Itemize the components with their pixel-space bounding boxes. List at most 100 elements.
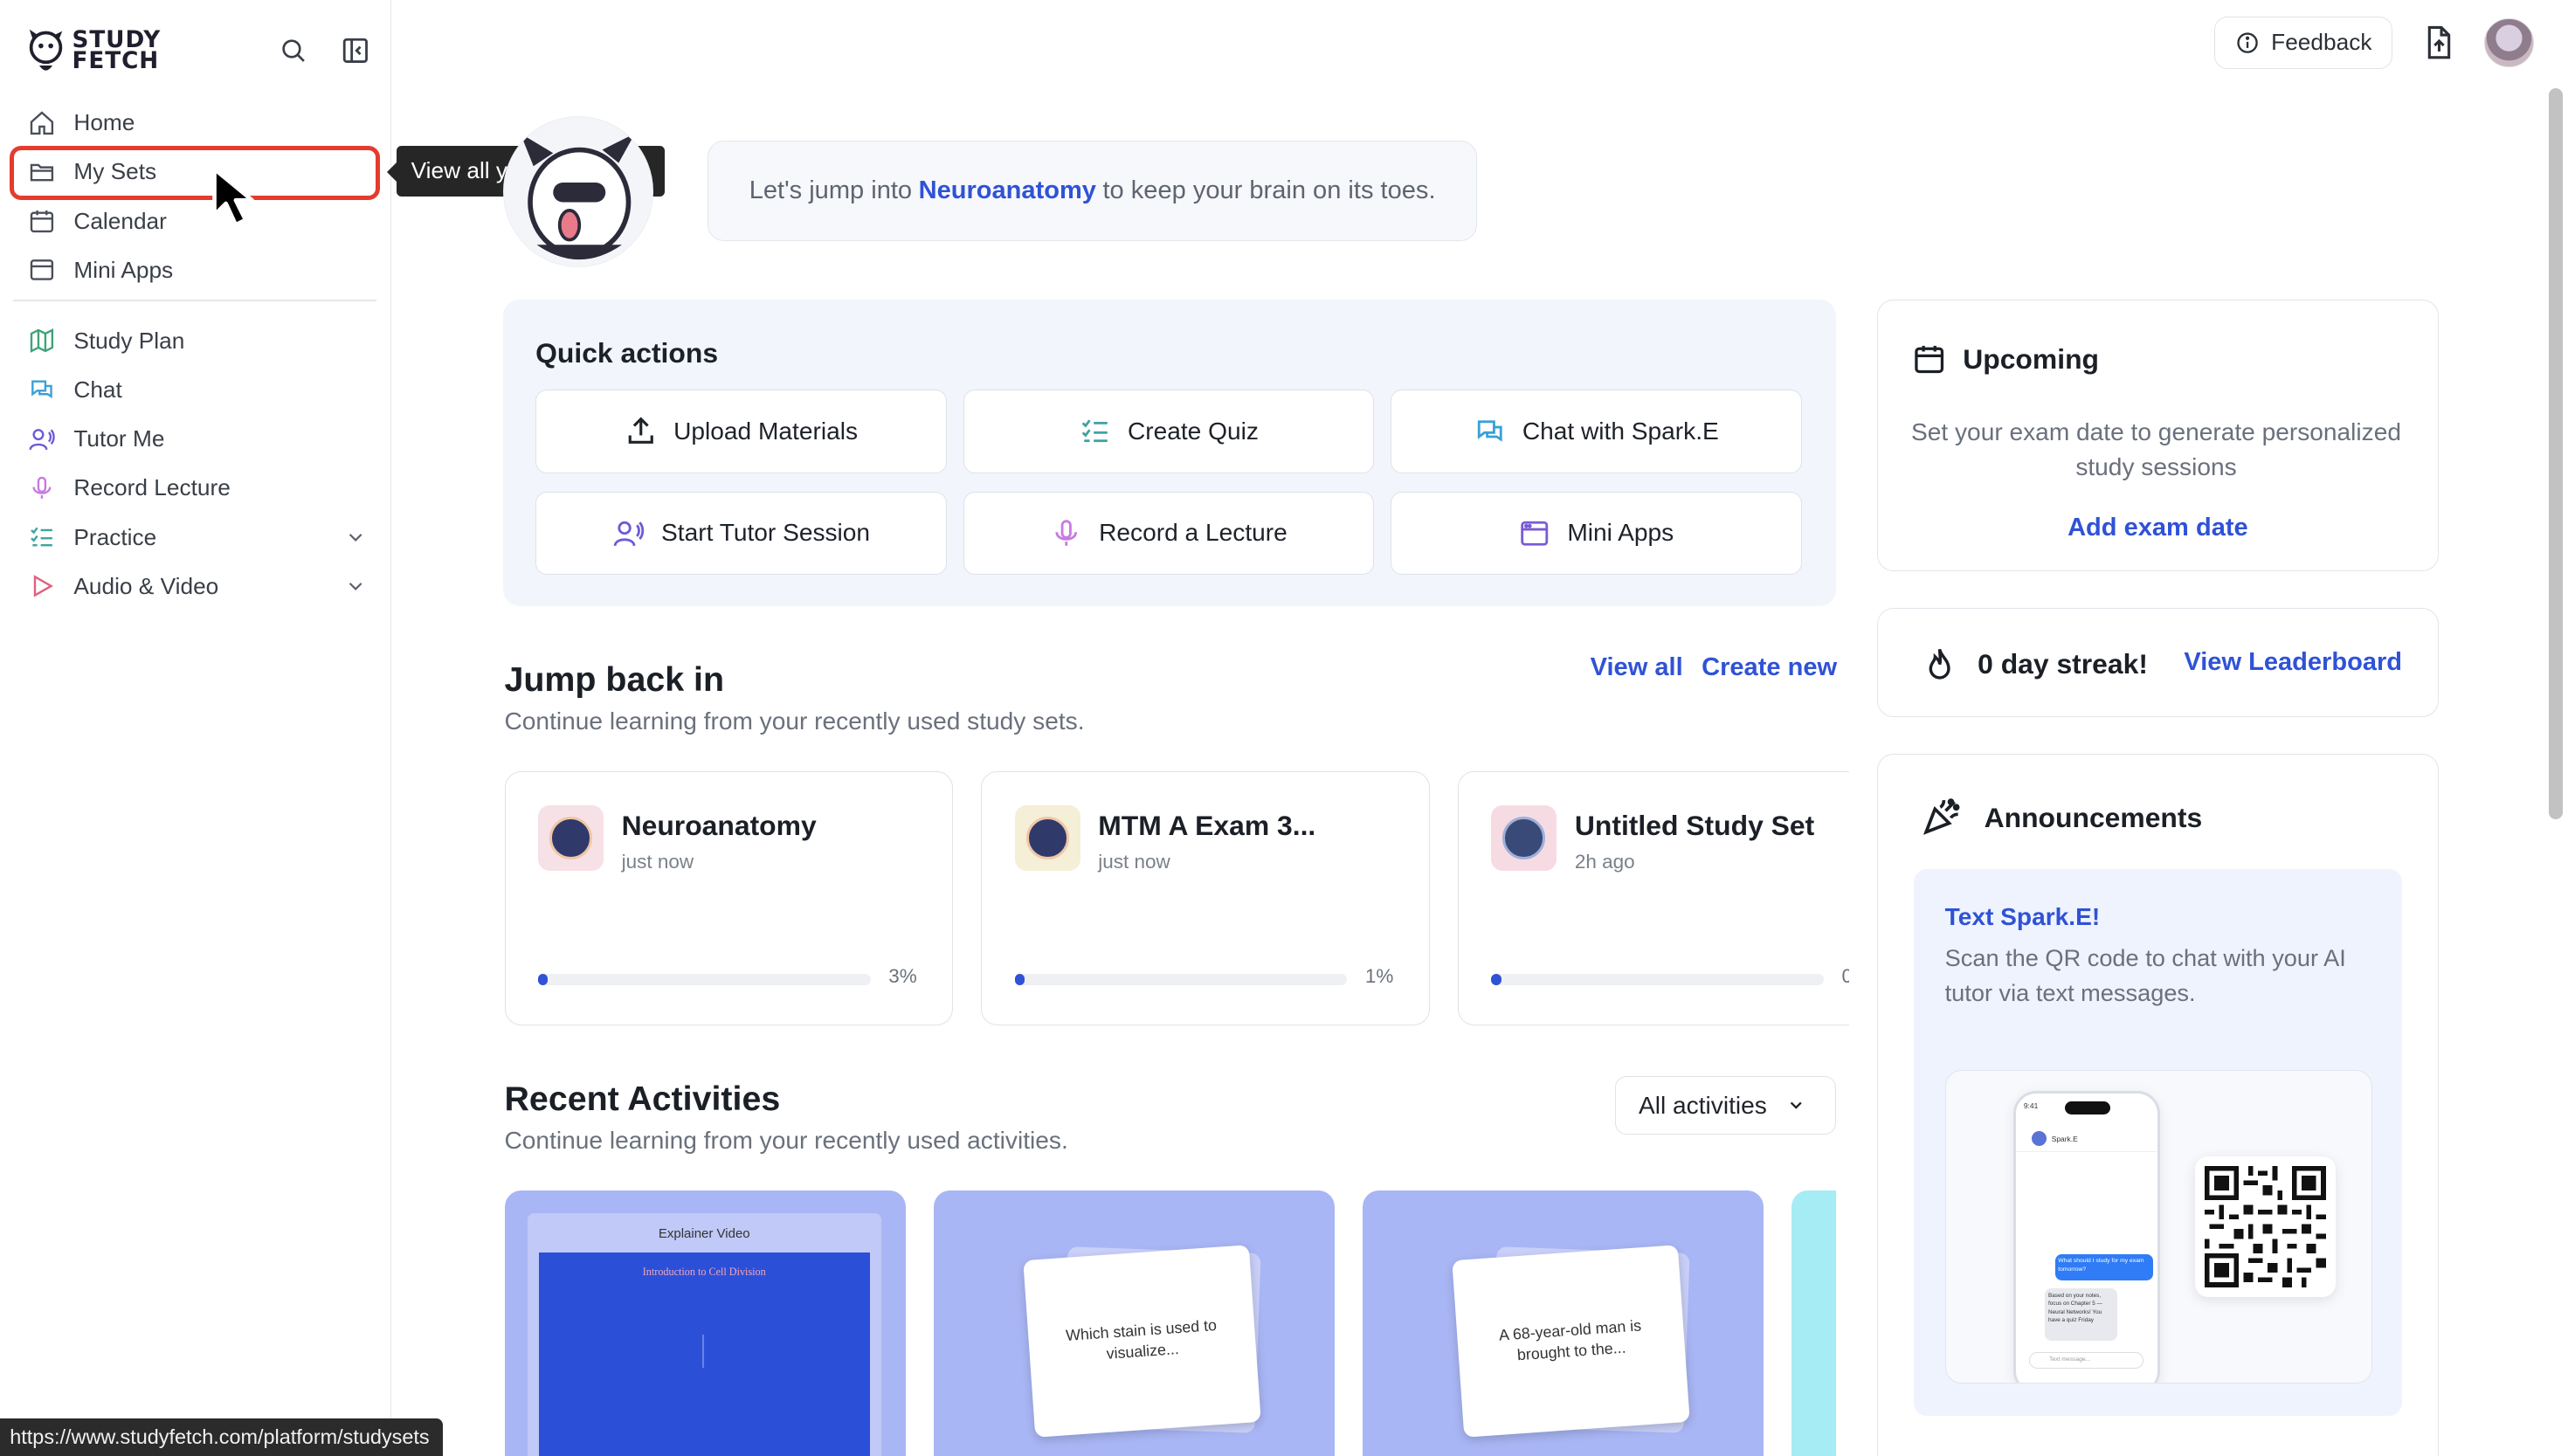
play-icon [33, 575, 53, 597]
greeting-banner: Let's jump into Neuroanatomy to keep you… [708, 141, 1478, 241]
activity-card[interactable] [1791, 1190, 1836, 1456]
sidebar: STUDY FETCH Home My Sets Calendar Mini A… [0, 0, 392, 1456]
activities-carousel[interactable]: Explainer Video Introduction to Cell Div… [492, 1179, 1836, 1456]
sidebar-item-practice[interactable]: Practice [13, 513, 376, 562]
view-leaderboard-link[interactable]: View Leaderboard [2184, 648, 2402, 677]
study-set-thumbnail [538, 804, 604, 871]
streak-label: 0 day streak! [1978, 647, 2148, 680]
announcement-text: Scan the QR code to chat with your AI tu… [1944, 944, 2346, 1006]
recent-activities-subtitle: Continue learning from your recently use… [504, 1127, 1068, 1154]
study-set-card[interactable]: Untitled Study Set 2h ago 0% [1457, 771, 1849, 1025]
video-title: Introduction to Cell Division [642, 1266, 766, 1279]
progress-bar [1491, 973, 1824, 985]
activity-card-video[interactable]: Explainer Video Introduction to Cell Div… [504, 1190, 906, 1456]
checklist-icon [31, 527, 52, 547]
jump-back-title: Jump back in [504, 659, 725, 699]
home-icon [30, 111, 53, 135]
flame-icon [1929, 648, 1951, 680]
progress-fill [1014, 973, 1025, 985]
study-set-thumbnail [1491, 804, 1557, 871]
button-label: Start Tutor Session [661, 519, 871, 547]
search-icon[interactable] [275, 33, 311, 69]
greeting-subject-link[interactable]: Neuroanatomy [919, 176, 1096, 205]
dropdown-value: All activities [1639, 1091, 1767, 1119]
announcement-card[interactable]: Text Spark.E! Scan the QR code to chat w… [1914, 868, 2402, 1416]
start-tutor-session-button[interactable]: Start Tutor Session [535, 491, 947, 576]
sidebar-item-calendar[interactable]: Calendar [13, 197, 376, 245]
chevron-down-icon[interactable] [344, 526, 367, 549]
chevron-down-icon[interactable] [344, 575, 367, 597]
chevron-down-icon [1791, 1101, 1803, 1110]
phone-mockup: 9:41 Spark.E What should I study for my … [2012, 1090, 2161, 1383]
quiz-icon [1081, 419, 1108, 443]
mic-icon [32, 476, 52, 499]
mascot-image [502, 116, 654, 267]
studyfetch-logo[interactable]: STUDY FETCH [26, 23, 164, 79]
activity-card-flashcard[interactable]: Which stain is used to visualize... [933, 1190, 1336, 1456]
study-set-card[interactable]: MTM A Exam 3... just now 1% [981, 771, 1430, 1025]
calendar-icon [1915, 345, 1944, 374]
status-bar-url: https://www.studyfetch.com/platform/stud… [0, 1418, 443, 1456]
qr-code [2194, 1156, 2336, 1298]
add-exam-date-link[interactable]: Add exam date [1878, 514, 2438, 542]
activity-filter-dropdown[interactable]: All activities [1614, 1075, 1836, 1135]
button-label: Upload Materials [673, 417, 859, 445]
sidebar-item-study-plan[interactable]: Study Plan [13, 316, 376, 365]
page-scrollbar[interactable] [2548, 88, 2564, 819]
sidebar-item-audio-video[interactable]: Audio & Video [13, 562, 376, 611]
create-new-link[interactable]: Create new [1702, 653, 1837, 682]
study-set-time: just now [1098, 851, 1170, 873]
quick-actions-title: Quick actions [535, 337, 719, 369]
study-set-card[interactable]: Neuroanatomy just now 3% [504, 771, 954, 1025]
info-icon [2237, 32, 2258, 53]
map-icon [30, 328, 53, 353]
progress-fill [1491, 973, 1501, 985]
recent-activities-title: Recent Activities [504, 1079, 781, 1118]
collapse-sidebar-icon[interactable] [337, 33, 373, 69]
create-quiz-button[interactable]: Create Quiz [963, 390, 1375, 473]
quick-actions-panel: Quick actions Upload Materials Create Qu… [502, 300, 1836, 606]
sidebar-item-tutor-me[interactable]: Tutor Me [13, 414, 376, 463]
sidebar-item-home[interactable]: Home [13, 99, 376, 148]
study-set-time: 2h ago [1574, 851, 1635, 873]
flashcard-text: Which stain is used to visualize... [1022, 1245, 1260, 1438]
feedback-button[interactable]: Feedback [2214, 16, 2393, 69]
user-avatar[interactable] [2484, 17, 2534, 67]
tutor-icon [613, 521, 644, 546]
progress-fill [538, 973, 549, 985]
announcements-panel: Announcements Text Spark.E! Scan the QR … [1876, 753, 2439, 1456]
mic-icon [1055, 519, 1077, 546]
my-sets-highlight [10, 145, 380, 200]
progress-percent: 0% [1842, 965, 1849, 988]
greeting-text: to keep your brain on its toes. [1102, 176, 1436, 204]
record-lecture-button[interactable]: Record a Lecture [963, 491, 1375, 576]
sidebar-item-label: Record Lecture [73, 474, 231, 501]
sidebar-item-label: Tutor Me [73, 425, 165, 452]
view-all-link[interactable]: View all [1591, 653, 1683, 682]
button-label: Mini Apps [1567, 519, 1674, 547]
activity-card-flashcard[interactable]: A 68-year-old man is brought to the... [1363, 1190, 1764, 1456]
upload-materials-button[interactable]: Upload Materials [535, 390, 947, 473]
chat-icon [1477, 420, 1502, 443]
sidebar-item-mini-apps[interactable]: Mini Apps [13, 245, 376, 294]
party-popper-icon [1923, 798, 1959, 836]
sidebar-item-label: Mini Apps [73, 256, 174, 283]
file-upload-icon[interactable] [2420, 24, 2456, 60]
study-sets-carousel[interactable]: Neuroanatomy just now 3% MTM A Exam 3...… [492, 762, 1849, 1040]
button-label: Create Quiz [1127, 417, 1259, 445]
sidebar-item-label: Study Plan [73, 327, 185, 354]
sidebar-item-label: Chat [73, 376, 122, 403]
sidebar-divider [13, 300, 377, 301]
sidebar-item-record-lecture[interactable]: Record Lecture [13, 464, 376, 513]
button-label: Record a Lecture [1099, 519, 1287, 547]
video-frame: Introduction to Cell Division [538, 1252, 870, 1456]
sidebar-item-label: Calendar [73, 207, 167, 234]
mini-apps-button[interactable]: Mini Apps [1390, 491, 1802, 576]
greeting-text: Let's jump into [749, 176, 913, 204]
chat-with-sparke-button[interactable]: Chat with Spark.E [1390, 390, 1802, 473]
upload-icon [628, 417, 653, 445]
sidebar-item-chat[interactable]: Chat [13, 365, 376, 414]
logo-wordmark: STUDY FETCH [72, 26, 162, 75]
window-icon [1521, 521, 1549, 546]
flashcard-text: A 68-year-old man is brought to the... [1452, 1245, 1690, 1438]
